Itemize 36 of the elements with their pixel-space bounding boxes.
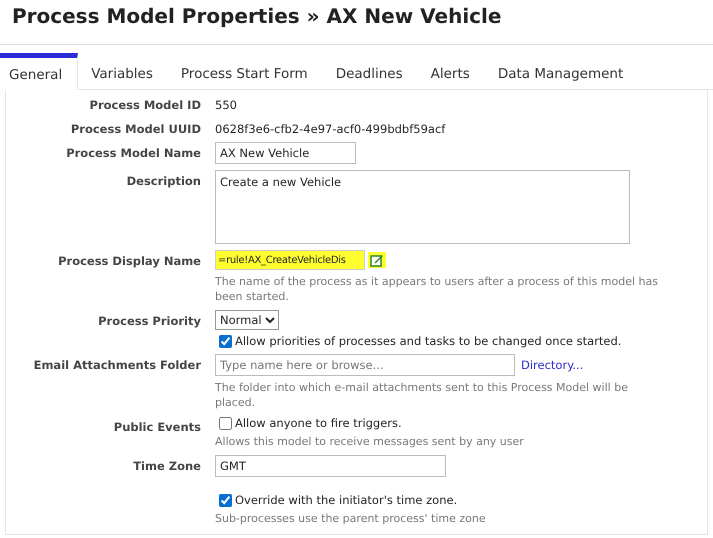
checkbox-label: Allow anyone to fire triggers. bbox=[235, 416, 402, 430]
hint-text: Sub-processes use the parent process' time zone bbox=[215, 511, 486, 526]
field-label: Description bbox=[126, 173, 201, 190]
name-field[interactable]: AX New Vehicle bbox=[215, 142, 356, 164]
directory-link[interactable]: Directory... bbox=[521, 358, 584, 372]
page-title: Process Model Properties » AX New Vehicle bbox=[11, 3, 502, 30]
field-label: Email Attachments Folder bbox=[32, 357, 201, 374]
description-field[interactable]: Create a new Vehicle bbox=[215, 170, 630, 244]
checkbox-label: Override with the initiator's time zone. bbox=[235, 493, 458, 507]
hint-text: Allows this model to receive messages sent by any user bbox=[215, 434, 524, 449]
checkbox[interactable] bbox=[219, 334, 232, 348]
folder-field[interactable]: Type name here or browse... bbox=[215, 354, 515, 376]
tab[interactable]: Data Management bbox=[488, 53, 638, 89]
hint-text: The name of the process as it appears to users after a process of this model has been started. bbox=[215, 274, 660, 304]
field-value: 550 bbox=[215, 97, 237, 112]
checkbox[interactable] bbox=[219, 494, 232, 506]
field-label: Time Zone bbox=[132, 458, 201, 475]
field-value: 0628f3e6-cfb2-4e97-acf0-499bdbf59acf bbox=[215, 121, 446, 136]
tab[interactable]: Process Start Form bbox=[172, 53, 323, 89]
field-label: Public Events bbox=[112, 419, 201, 436]
tab[interactable]: General bbox=[0, 53, 78, 90]
checkbox-label: Allow priorities of processes and tasks to be changed once started. bbox=[235, 334, 622, 348]
field-label: Process Priority bbox=[97, 313, 201, 330]
tab[interactable]: Alerts bbox=[422, 53, 485, 89]
time-zone-field[interactable]: GMT bbox=[215, 455, 446, 477]
tab[interactable]: Variables bbox=[82, 53, 168, 89]
edit-icon[interactable] bbox=[368, 252, 386, 268]
field-label: Process Model Name bbox=[65, 145, 201, 162]
priority-dropdown[interactable]: Normal bbox=[215, 310, 279, 330]
checkbox[interactable] bbox=[219, 416, 232, 430]
hint-text: The folder into which e-mail attachments sent to this Process Model will be placed. bbox=[215, 380, 629, 410]
field-label: Process Model ID bbox=[88, 97, 201, 112]
field-label: Process Model UUID bbox=[70, 121, 201, 136]
field-label: Process Display Name bbox=[57, 253, 201, 270]
tab[interactable]: Deadlines bbox=[326, 53, 418, 89]
expression-field[interactable]: =rule!AX_CreateVehicleDis bbox=[215, 250, 365, 270]
